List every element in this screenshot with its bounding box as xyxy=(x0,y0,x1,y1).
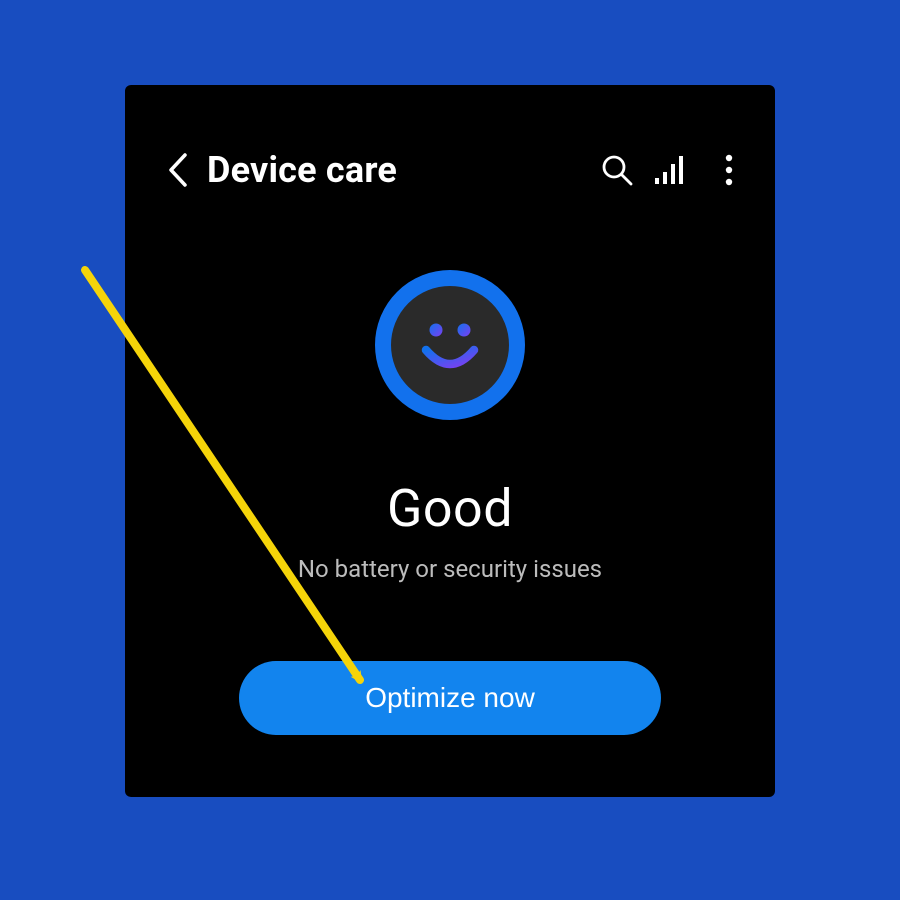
status-subtext: No battery or security issues xyxy=(298,555,602,583)
chevron-left-icon xyxy=(167,153,189,187)
report-button[interactable] xyxy=(645,142,701,198)
bar-chart-icon xyxy=(655,154,691,186)
status-badge xyxy=(375,270,525,420)
page-title: Device care xyxy=(207,149,397,191)
status-headline: Good xyxy=(387,478,513,539)
more-options-button[interactable] xyxy=(701,142,757,198)
device-status-section: Good No battery or security issues xyxy=(125,270,775,583)
search-icon xyxy=(601,154,633,186)
optimize-now-button[interactable]: Optimize now xyxy=(239,661,661,735)
back-button[interactable] xyxy=(151,143,205,197)
search-button[interactable] xyxy=(589,142,645,198)
header-bar: Device care xyxy=(125,140,775,200)
smile-face-icon xyxy=(411,306,489,384)
device-care-screen: Device care xyxy=(125,85,775,797)
more-vertical-icon xyxy=(725,154,733,186)
